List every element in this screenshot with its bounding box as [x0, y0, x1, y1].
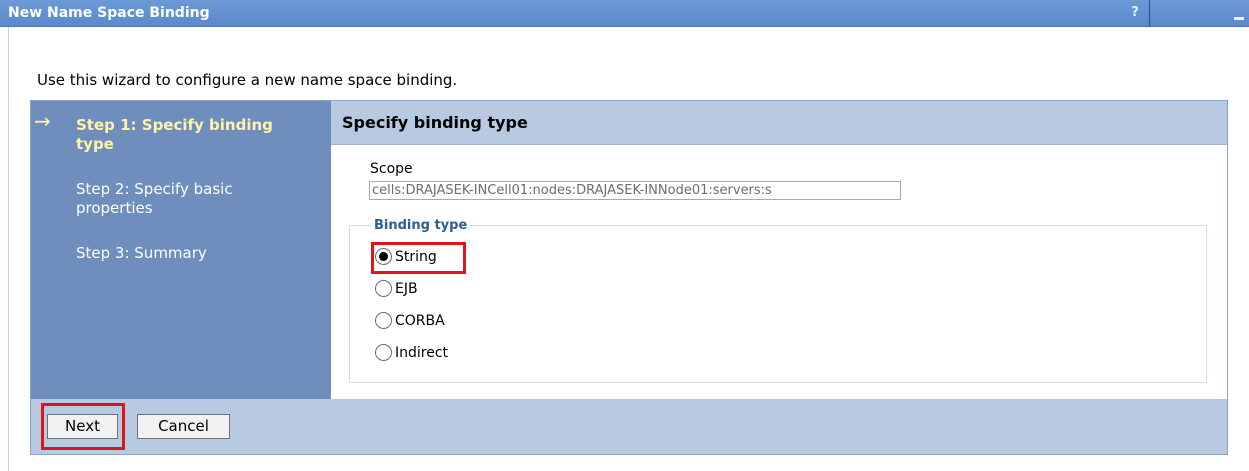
panel-content: Scope cells:DRAJASEK-INCell01:nodes:DRAJ…	[331, 145, 1227, 399]
panel-title: Specify binding type	[342, 113, 528, 132]
intro-text: Use this wizard to configure a new name …	[37, 71, 458, 89]
window-title: New Name Space Binding	[8, 5, 210, 21]
minimize-icon[interactable]	[1234, 8, 1244, 20]
help-icon[interactable]: ?	[1128, 5, 1142, 21]
radio-label-ejb[interactable]: EJB	[395, 281, 418, 297]
radio-button-corba[interactable]	[375, 312, 392, 329]
title-bar: New Name Space Binding ?	[0, 0, 1249, 27]
radio-label-indirect[interactable]: Indirect	[395, 345, 448, 361]
button-bar: Next Cancel	[31, 399, 1227, 454]
scope-label: Scope	[370, 161, 413, 177]
left-border	[8, 27, 9, 471]
step-2-specify-basic-properties[interactable]: Step 2: Specify basic properties	[76, 180, 286, 218]
step-3-summary[interactable]: Step 3: Summary	[76, 244, 286, 263]
binding-type-legend: Binding type	[371, 218, 471, 233]
cancel-button[interactable]: Cancel	[137, 414, 230, 439]
wizard-panel: → Step 1: Specify binding type Step 2: S…	[30, 100, 1228, 455]
radio-button-ejb[interactable]	[375, 280, 392, 297]
radio-label-corba[interactable]: CORBA	[395, 313, 445, 329]
radio-button-indirect[interactable]	[375, 344, 392, 361]
next-button[interactable]: Next	[47, 414, 118, 439]
string-highlight-box	[371, 242, 466, 274]
step-1-specify-binding-type: Step 1: Specify binding type	[76, 116, 273, 153]
scope-field[interactable]: cells:DRAJASEK-INCell01:nodes:DRAJASEK-I…	[369, 181, 901, 200]
steps-sidebar: → Step 1: Specify binding type Step 2: S…	[31, 101, 331, 399]
current-step-arrow-icon: →	[34, 109, 51, 133]
panel-header: Specify binding type	[331, 101, 1227, 145]
title-divider	[1149, 0, 1150, 27]
binding-type-fieldset	[349, 225, 1207, 383]
